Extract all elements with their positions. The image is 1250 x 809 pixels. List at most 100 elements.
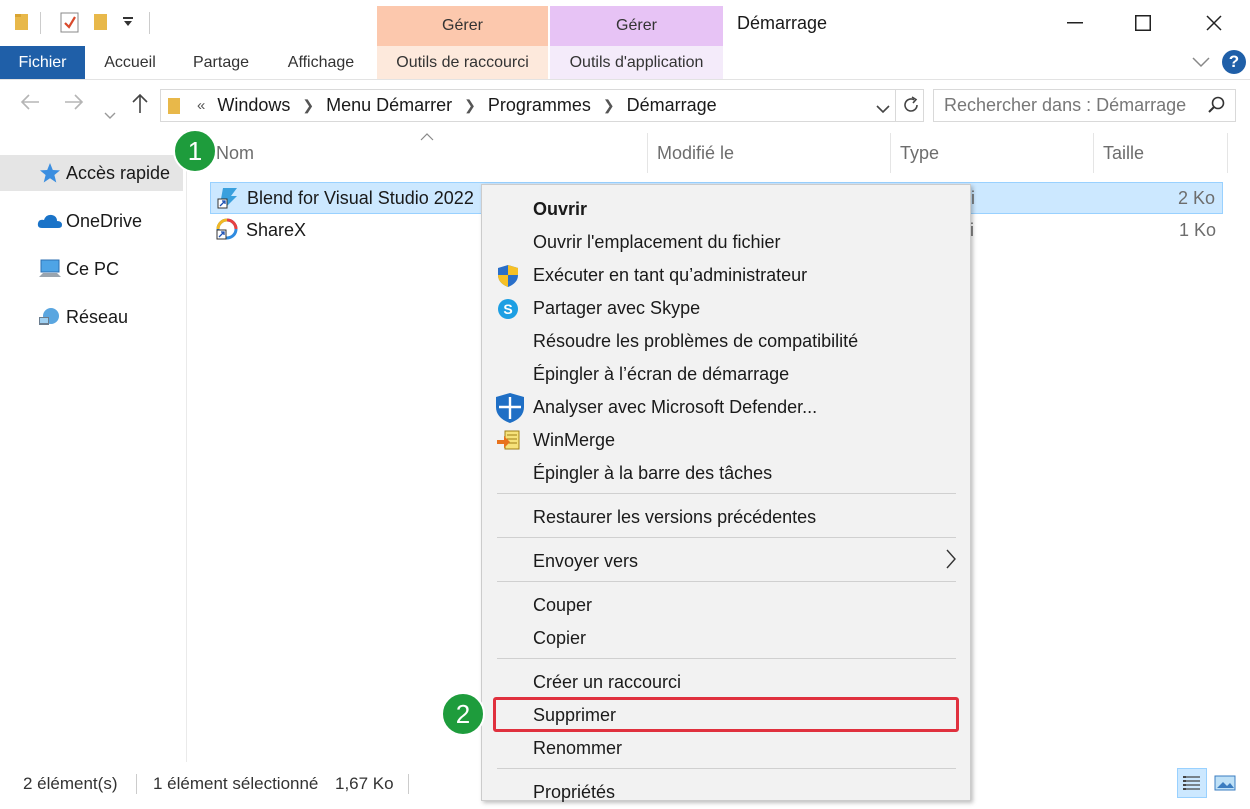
minimize-button[interactable] (1052, 8, 1098, 38)
file-name: ShareX (246, 219, 307, 240)
divider (40, 12, 41, 34)
step-badge-1: 1 (173, 129, 217, 173)
menu-item-label: Épingler à l’écran de démarrage (533, 364, 790, 384)
divider (149, 12, 150, 34)
nav-item-this-pc[interactable]: Ce PC (0, 251, 183, 287)
menu-item-open-location[interactable]: Ouvrir l'emplacement du fichier (482, 226, 970, 259)
menu-item-troubleshoot-compat[interactable]: Résoudre les problèmes de compatibilité (482, 325, 970, 358)
menu-item-label: Partager avec Skype (533, 298, 701, 318)
column-separator[interactable] (1093, 133, 1094, 173)
breadcrumb-windows[interactable]: Windows (217, 95, 290, 116)
help-icon[interactable]: ? (1222, 50, 1246, 74)
properties-check-icon[interactable] (60, 12, 80, 39)
file-type-fragment: i (971, 187, 975, 208)
menu-item-send-to[interactable]: Envoyer vers (482, 545, 970, 578)
tab-view[interactable]: Affichage (272, 46, 370, 79)
forward-arrow-icon[interactable] (64, 92, 84, 118)
tab-app-tools[interactable]: Outils d'application (550, 46, 723, 79)
menu-separator (497, 658, 956, 659)
tab-shortcut-tools[interactable]: Outils de raccourci (377, 46, 548, 79)
menu-separator (497, 493, 956, 494)
nav-item-network[interactable]: Réseau (0, 299, 183, 335)
maximize-button[interactable] (1120, 8, 1166, 38)
menu-item-create-shortcut[interactable]: Créer un raccourci (482, 666, 970, 699)
column-separator[interactable] (1227, 133, 1228, 173)
tab-file[interactable]: Fichier (0, 46, 85, 79)
overflow-chevron[interactable]: « (197, 97, 205, 114)
column-header-name[interactable]: Nom (216, 133, 254, 173)
close-icon (1206, 15, 1222, 31)
menu-item-run-as-admin[interactable]: Exécuter en tant qu’administrateur (482, 259, 970, 292)
customize-chevron-icon[interactable] (122, 15, 134, 34)
breadcrumb-separator-icon[interactable]: ❯ (302, 97, 314, 114)
menu-item-share-skype[interactable]: S Partager avec Skype (482, 292, 970, 325)
cloud-icon (37, 213, 63, 229)
file-name: Blend for Visual Studio 2022 (247, 187, 474, 208)
large-icons-view-button[interactable] (1210, 768, 1240, 798)
menu-item-rename[interactable]: Renommer (482, 732, 970, 765)
menu-item-pin-start[interactable]: Épingler à l’écran de démarrage (482, 358, 970, 391)
defender-shield-icon (494, 392, 526, 424)
column-header-size[interactable]: Taille (1103, 133, 1144, 173)
network-icon (37, 306, 63, 328)
menu-item-label: Créer un raccourci (533, 672, 682, 692)
tab-share[interactable]: Partage (178, 46, 264, 79)
item-count: 2 élément(s) (23, 774, 118, 793)
nav-item-quick-access[interactable]: Accès rapide (0, 155, 183, 191)
recent-chevron-icon[interactable] (104, 100, 116, 126)
blend-app-icon (217, 186, 239, 215)
refresh-icon[interactable] (901, 95, 921, 120)
search-input[interactable]: Rechercher dans : Démarrage (933, 89, 1236, 122)
menu-item-label: Ouvrir l'emplacement du fichier (533, 232, 781, 252)
column-separator[interactable] (647, 133, 648, 173)
address-bar[interactable]: « Windows ❯ Menu Démarrer ❯ Programmes ❯… (160, 89, 924, 122)
nav-item-onedrive[interactable]: OneDrive (0, 203, 183, 239)
file-size: 2 Ko (1177, 187, 1215, 208)
nav-item-label: OneDrive (66, 210, 143, 231)
nav-item-label: Réseau (66, 306, 129, 327)
breadcrumb-separator-icon[interactable]: ❯ (464, 97, 476, 114)
menu-item-restore-versions[interactable]: Restaurer les versions précédentes (482, 501, 970, 534)
star-icon (37, 162, 63, 184)
divider (895, 90, 896, 121)
ribbon-tabs: Fichier Accueil Partage Affichage Outils… (0, 46, 1250, 80)
maximize-icon (1135, 15, 1151, 31)
menu-separator (497, 581, 956, 582)
search-icon[interactable] (1208, 96, 1226, 119)
column-header-modified[interactable]: Modifié le (657, 133, 734, 173)
close-button[interactable] (1191, 8, 1237, 38)
menu-item-pin-taskbar[interactable]: Épingler à la barre des tâches (482, 457, 970, 490)
new-folder-icon[interactable] (93, 12, 109, 37)
menu-item-copy[interactable]: Copier (482, 622, 970, 655)
menu-item-label: Épingler à la barre des tâches (533, 463, 773, 483)
selection-count: 1 élément sélectionné (153, 774, 319, 793)
column-header-type[interactable]: Type (900, 133, 939, 173)
breadcrumb-programs[interactable]: Programmes (488, 95, 591, 116)
tab-home[interactable]: Accueil (88, 46, 172, 79)
file-size: 1 Ko (1178, 219, 1216, 240)
navigation-pane: Accès rapide OneDrive Ce PC Réseau (0, 130, 187, 762)
menu-item-scan-defender[interactable]: Analyser avec Microsoft Defender... (482, 391, 970, 424)
selection-size: 1,67 Ko (335, 774, 394, 793)
up-arrow-icon[interactable] (131, 92, 149, 120)
window-title: Démarrage (737, 13, 828, 33)
breadcrumb-separator-icon[interactable]: ❯ (603, 97, 615, 114)
menu-item-cut[interactable]: Couper (482, 589, 970, 622)
address-dropdown-icon[interactable] (875, 99, 891, 120)
large-icons-view-icon (1214, 775, 1236, 791)
computer-icon (37, 259, 63, 279)
back-arrow-icon[interactable] (20, 92, 40, 118)
search-placeholder: Rechercher dans : Démarrage (944, 95, 1187, 115)
skype-icon: S (495, 296, 521, 322)
folder-icon[interactable] (14, 12, 30, 37)
breadcrumb-start-menu[interactable]: Menu Démarrer (326, 95, 452, 116)
manage-app-tab-head: Gérer (550, 6, 723, 46)
menu-item-open[interactable]: Ouvrir (482, 193, 970, 226)
breadcrumb-startup[interactable]: Démarrage (627, 95, 717, 116)
menu-item-winmerge[interactable]: WinMerge (482, 424, 970, 457)
expand-ribbon-chevron-icon[interactable] (1192, 55, 1210, 73)
step-badge-2: 2 (441, 692, 485, 736)
details-view-button[interactable] (1177, 768, 1207, 798)
folder-icon (167, 96, 181, 116)
column-separator[interactable] (890, 133, 891, 173)
